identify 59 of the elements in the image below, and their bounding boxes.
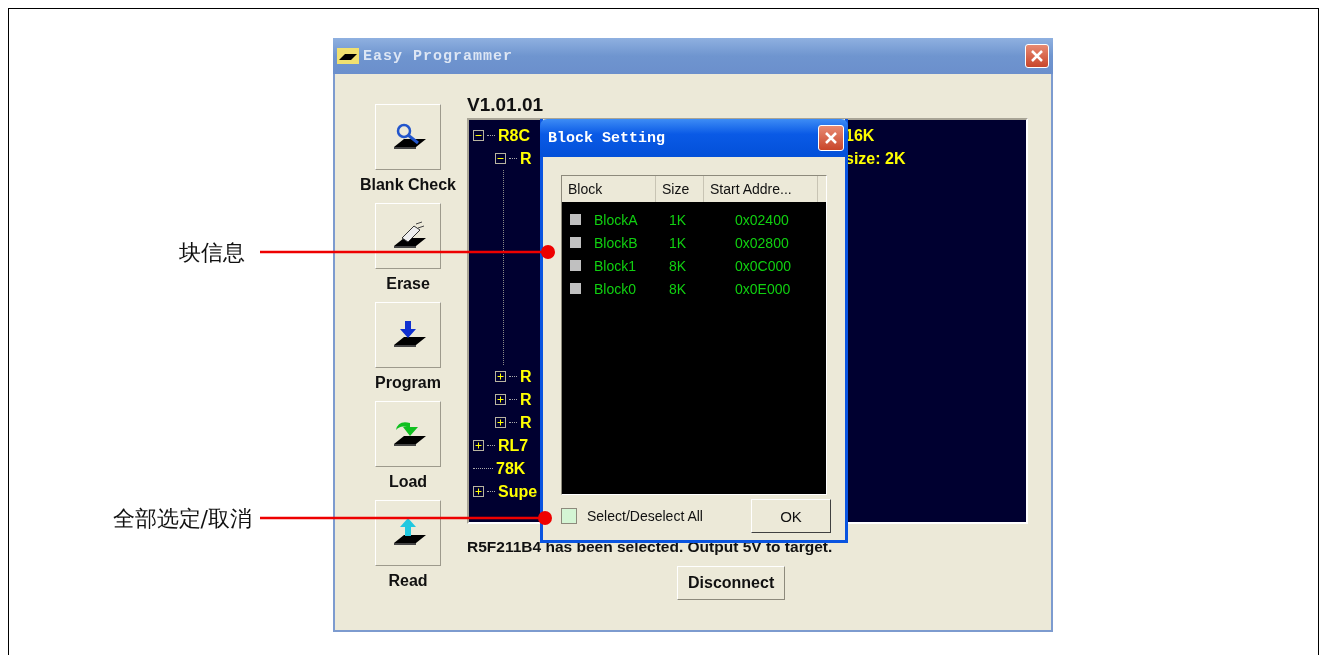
block-size: 1K bbox=[669, 211, 688, 228]
close-icon bbox=[824, 131, 838, 145]
close-button[interactable] bbox=[818, 125, 844, 151]
checkbox[interactable] bbox=[570, 214, 581, 225]
block-name: BlockB bbox=[594, 234, 639, 251]
checkbox[interactable] bbox=[570, 283, 581, 294]
version-label: V1.01.01 bbox=[467, 94, 545, 117]
tree-item-text: 16K bbox=[845, 126, 876, 145]
select-all-checkbox[interactable] bbox=[561, 508, 577, 524]
block-name: Block1 bbox=[594, 257, 638, 274]
toolbar-button[interactable] bbox=[375, 401, 441, 467]
tree-item[interactable]: R bbox=[520, 413, 532, 432]
annotation-label: 块信息 bbox=[179, 239, 245, 267]
button-label: Erase bbox=[386, 275, 430, 293]
block-address: 0x0C000 bbox=[734, 257, 793, 274]
dialog-title: Block Setting bbox=[548, 129, 667, 147]
block-address: 0x02400 bbox=[734, 211, 790, 228]
disconnect-button[interactable]: Disconnect bbox=[677, 566, 786, 600]
button-label: Read bbox=[388, 572, 428, 590]
plus-icon[interactable] bbox=[473, 440, 484, 451]
plus-icon[interactable] bbox=[495, 394, 506, 405]
ok-button[interactable]: OK bbox=[751, 499, 831, 533]
block-size: 1K bbox=[669, 234, 688, 251]
plus-icon[interactable] bbox=[495, 371, 506, 382]
minus-icon[interactable] bbox=[495, 153, 506, 164]
tree-item[interactable]: R bbox=[520, 149, 532, 168]
minus-icon[interactable] bbox=[473, 130, 484, 141]
plus-icon[interactable] bbox=[473, 486, 484, 497]
block-name: BlockA bbox=[594, 211, 639, 228]
column-header[interactable]: Size bbox=[656, 176, 704, 202]
block-address: 0x02800 bbox=[734, 234, 790, 251]
select-all-label: Select/Deselect All bbox=[587, 508, 703, 524]
tree-item[interactable]: R bbox=[520, 390, 532, 409]
checkbox[interactable] bbox=[570, 237, 581, 248]
toolbar-button[interactable] bbox=[375, 203, 441, 269]
tree-item[interactable]: 78K bbox=[496, 459, 526, 478]
toolbar-button[interactable] bbox=[375, 500, 441, 566]
block-name: Block0 bbox=[594, 280, 638, 297]
block-size: 8K bbox=[669, 280, 688, 297]
close-button[interactable] bbox=[1025, 44, 1049, 68]
column-header[interactable]: Block bbox=[562, 176, 656, 202]
window-title: Easy Programmer bbox=[363, 47, 515, 65]
block-address: 0x0E000 bbox=[734, 280, 792, 297]
checkbox[interactable] bbox=[570, 260, 581, 271]
tree-item[interactable]: R8C bbox=[498, 126, 530, 145]
close-icon bbox=[1030, 49, 1044, 63]
tree-item[interactable]: R bbox=[520, 367, 532, 386]
button-label: Load bbox=[388, 473, 428, 491]
tree-item[interactable]: Supe bbox=[498, 482, 538, 501]
annotation-label: 全部选定/取消 bbox=[112, 505, 252, 533]
chip-icon bbox=[337, 48, 359, 64]
tree-item[interactable]: RL7 bbox=[498, 436, 529, 455]
column-header[interactable]: Start Addre... bbox=[704, 176, 818, 202]
toolbar-button[interactable] bbox=[375, 302, 441, 368]
toolbar-button[interactable] bbox=[375, 104, 441, 170]
button-label: Program bbox=[375, 374, 441, 392]
plus-icon[interactable] bbox=[495, 417, 506, 428]
button-label: Blank Check bbox=[359, 176, 456, 194]
block-size: 8K bbox=[669, 257, 688, 274]
